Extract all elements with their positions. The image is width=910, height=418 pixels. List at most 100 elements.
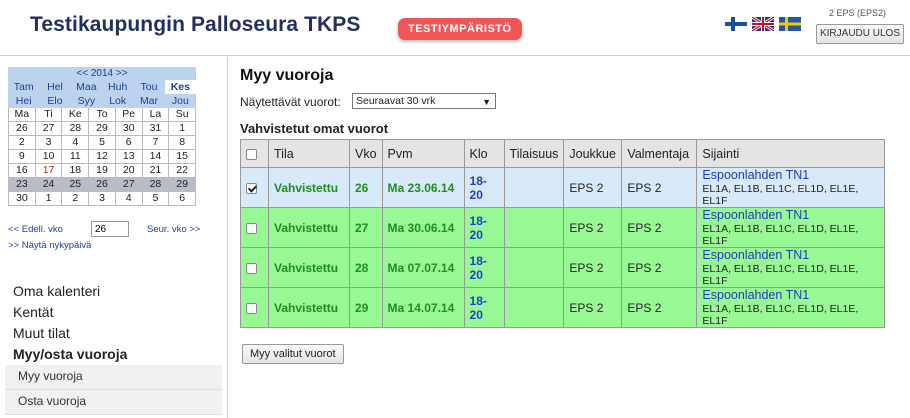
submenu-sell-shifts[interactable]: Myy vuoroja <box>5 365 222 390</box>
calendar-day[interactable]: 2 <box>62 192 90 206</box>
location-link[interactable]: Espoonlahden TN1 <box>702 168 879 182</box>
year-navigation[interactable]: << 2014 >> <box>8 67 196 80</box>
calendar-day[interactable]: 28 <box>62 122 90 136</box>
next-week-link[interactable]: Seur. vko >> <box>147 224 200 235</box>
row-checkbox[interactable] <box>246 262 257 274</box>
menu-buy-sell-shifts[interactable]: Myy/osta vuoroja <box>0 344 228 365</box>
header-select-all[interactable] <box>240 139 269 168</box>
calendar-day[interactable]: 17 <box>35 164 63 178</box>
calendar-day[interactable]: 4 <box>115 192 143 206</box>
calendar-day[interactable]: 9 <box>9 150 36 164</box>
row-select-cell[interactable] <box>240 287 269 328</box>
month-jou[interactable]: Jou <box>165 94 196 108</box>
calendar-day[interactable]: 7 <box>142 136 170 150</box>
row-select-cell[interactable] <box>240 247 269 288</box>
row-select-cell[interactable] <box>240 167 269 208</box>
calendar-day[interactable]: 26 <box>9 122 36 136</box>
calendar-day[interactable]: 26 <box>89 178 116 192</box>
menu-own-calendar[interactable]: Oma kalenteri <box>0 281 228 302</box>
month-mar[interactable]: Mar <box>133 94 164 108</box>
calendar-day[interactable]: 20 <box>115 164 143 178</box>
row-checkbox[interactable] <box>246 302 257 314</box>
calendar-day[interactable]: 21 <box>142 164 170 178</box>
calendar-day[interactable]: 11 <box>62 150 90 164</box>
time-cell: 18-20 <box>463 247 505 288</box>
calendar-day[interactable]: 6 <box>115 136 143 150</box>
row-select-cell[interactable] <box>240 207 269 248</box>
month-maa[interactable]: Maa <box>71 80 102 94</box>
shifts-table: Tila Vko Pvm Klo Tilaisuus Joukkue Valme… <box>240 139 886 328</box>
month-huh[interactable]: Huh <box>102 80 133 94</box>
calendar-day[interactable]: 30 <box>115 122 143 136</box>
status-cell: Vahvistettu <box>268 247 350 288</box>
calendar-day[interactable]: 1 <box>35 192 63 206</box>
month-tou[interactable]: Tou <box>133 80 164 94</box>
calendar-day[interactable]: 31 <box>142 122 170 136</box>
show-today-link[interactable]: >> Näytä nykypäivä <box>8 240 91 251</box>
calendar-day[interactable]: 27 <box>115 178 143 192</box>
shift-filter-select[interactable]: Seuraavat 30 vrk ▼ <box>352 93 496 109</box>
calendar-day[interactable]: 29 <box>89 122 116 136</box>
calendar-day[interactable]: 27 <box>35 122 63 136</box>
table-row: Vahvistettu 27 Ma 30.06.14 18-20 EPS 2 EPS 2E… <box>240 207 886 248</box>
select-all-checkbox[interactable] <box>246 148 257 160</box>
finnish-flag-icon[interactable] <box>725 17 747 31</box>
location-link[interactable]: Espoonlahden TN1 <box>702 248 879 262</box>
row-checkbox[interactable] <box>246 222 257 234</box>
calendar-day[interactable]: 3 <box>35 136 63 150</box>
month-hei[interactable]: Hei <box>8 94 39 108</box>
month-elo[interactable]: Elo <box>39 94 70 108</box>
calendar-day[interactable]: 6 <box>169 192 196 206</box>
location-link[interactable]: Espoonlahden TN1 <box>702 208 879 222</box>
calendar-days-grid: Ma Ti Ke To Pe La Su 26 27 28 29 30 31 1 2 3 4 5 6 7 8 9 10 11 1… <box>8 108 196 206</box>
month-lok[interactable]: Lok <box>102 94 133 108</box>
calendar-day[interactable]: 22 <box>169 164 196 178</box>
uk-flag-icon[interactable] <box>752 17 774 31</box>
user-info: 2 EPS (EPS2) <box>828 8 886 18</box>
calendar-day[interactable]: 25 <box>62 178 90 192</box>
month-tam[interactable]: Tam <box>8 80 39 94</box>
week-text: 28 <box>355 260 369 275</box>
logout-button[interactable]: KIRJAUDU ULOS <box>816 24 904 44</box>
calendar-day[interactable]: 28 <box>142 178 170 192</box>
swedish-flag-icon[interactable] <box>779 17 801 31</box>
month-hel[interactable]: Hel <box>39 80 70 94</box>
environment-badge: TESTIYMPÄRISTÖ <box>398 18 522 40</box>
weekday-header: Ke <box>62 108 90 122</box>
calendar-day[interactable]: 1 <box>169 122 196 136</box>
time-cell: 18-20 <box>463 287 505 328</box>
event-cell <box>503 247 565 288</box>
calendar-day[interactable]: 8 <box>169 136 196 150</box>
event-cell <box>503 167 565 208</box>
calendar-day[interactable]: 5 <box>142 192 170 206</box>
calendar-day[interactable]: 4 <box>62 136 90 150</box>
calendar-day[interactable]: 29 <box>169 178 196 192</box>
calendar-day[interactable]: 18 <box>62 164 90 178</box>
month-syy[interactable]: Syy <box>71 94 102 108</box>
calendar-day[interactable]: 10 <box>35 150 63 164</box>
previous-week-link[interactable]: << Edell. vko <box>8 224 63 235</box>
calendar-day[interactable]: 14 <box>142 150 170 164</box>
submenu-buy-shifts[interactable]: Osta vuoroja <box>5 390 222 415</box>
calendar-day[interactable]: 2 <box>9 136 36 150</box>
week-text: 29 <box>355 300 369 315</box>
menu-other-facilities[interactable]: Muut tilat <box>0 323 228 344</box>
calendar-day[interactable]: 23 <box>9 178 36 192</box>
sell-selected-button[interactable]: Myy valitut vuorot <box>242 344 344 364</box>
month-kes[interactable]: Kes <box>164 80 196 94</box>
calendar-day[interactable]: 16 <box>9 164 36 178</box>
calendar-day[interactable]: 30 <box>9 192 36 206</box>
calendar-day[interactable]: 5 <box>89 136 116 150</box>
filter-selected-value: Seuraavat 30 vrk <box>356 95 436 107</box>
calendar-day[interactable]: 19 <box>89 164 116 178</box>
calendar-day[interactable]: 12 <box>89 150 116 164</box>
calendar-day[interactable]: 24 <box>35 178 63 192</box>
calendar-day[interactable]: 13 <box>115 150 143 164</box>
menu-fields[interactable]: Kentät <box>0 302 228 323</box>
row-checkbox[interactable] <box>246 182 257 194</box>
calendar-day[interactable]: 15 <box>169 150 196 164</box>
location-link[interactable]: Espoonlahden TN1 <box>702 288 879 302</box>
calendar-day[interactable]: 3 <box>89 192 116 206</box>
week-number-input[interactable] <box>91 221 129 237</box>
header-event: Tilaisuus <box>503 139 565 168</box>
